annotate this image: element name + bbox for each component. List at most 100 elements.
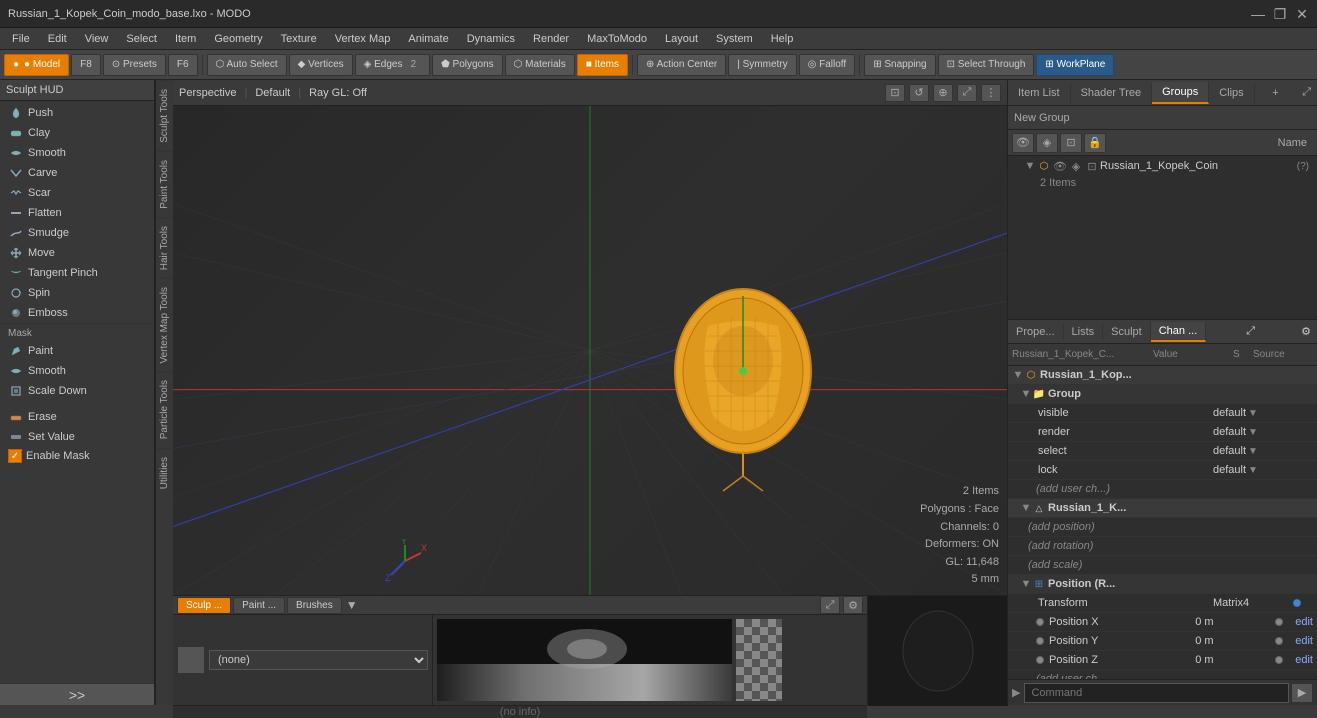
ptab-channels[interactable]: Chan ... [1151,322,1207,342]
vert-tab-hair-tools[interactable]: Hair Tools [156,217,173,278]
bottom-expand-button[interactable]: ⤢ [820,596,840,614]
menu-render[interactable]: Render [525,31,577,47]
prop-render-value[interactable]: default ▼ [1213,426,1293,438]
viewport-fit-button[interactable]: ⊡ [885,84,905,102]
right-tb-eye-button[interactable]: 👁 [1012,133,1034,153]
prop-lock[interactable]: lock default ▼ [1008,461,1317,480]
menu-select[interactable]: Select [118,31,165,47]
prop-add-scale[interactable]: (add scale) [1008,556,1317,575]
f6-button[interactable]: F6 [168,54,198,76]
falloff-button[interactable]: ◎ Falloff [799,54,856,76]
minimize-button[interactable]: — [1251,7,1265,21]
ptab-properties[interactable]: Prope... [1008,323,1064,341]
menu-animate[interactable]: Animate [400,31,456,47]
prop-position-x-edit[interactable]: edit [1295,616,1313,628]
enable-mask-row[interactable]: ✓ Enable Mask [0,447,154,465]
action-center-button[interactable]: ⊕ Action Center [637,54,726,76]
prop-position-x[interactable]: Position X 0 m edit [1008,613,1317,632]
prop-visible[interactable]: visible default ▼ [1008,404,1317,423]
tool-smooth-mask[interactable]: Smooth [0,361,154,381]
viewport-canvas[interactable]: 2 Items Polygons : Face Channels: 0 Defo… [173,106,1007,595]
tool-emboss[interactable]: Emboss [0,303,154,323]
menu-system[interactable]: System [708,31,761,47]
vert-tab-particle-tools[interactable]: Particle Tools [156,371,173,447]
menu-file[interactable]: File [4,31,38,47]
ptab-expand[interactable]: ⤢ [1240,325,1261,338]
prop-position-y[interactable]: Position Y 0 m edit [1008,632,1317,651]
tool-smudge[interactable]: Smudge [0,223,154,243]
prop-add-rotation[interactable]: (add rotation) [1008,537,1317,556]
ptab-settings[interactable]: ⚙ [1295,325,1317,338]
right-tb-render-button[interactable]: ◈ [1036,133,1058,153]
viewport-rotate-button[interactable]: ↺ [909,84,929,102]
tool-set-value[interactable]: Set Value [0,427,154,447]
tool-clay[interactable]: Clay [0,123,154,143]
paint-tab[interactable]: Paint ... [233,597,285,614]
prop-transform-row-1[interactable]: Transform Matrix4 [1008,594,1317,613]
command-run-button[interactable]: ▶ [1291,683,1313,703]
vert-tab-paint-tools[interactable]: Paint Tools [156,151,173,217]
prop-visible-value[interactable]: default ▼ [1213,407,1293,419]
polygons-button[interactable]: ⬟ Polygons [432,54,503,76]
tree-render-1[interactable]: ◈ [1068,158,1084,174]
right-tb-select-button[interactable]: ⊡ [1060,133,1082,153]
tool-tangent-pinch[interactable]: Tangent Pinch [0,263,154,283]
prop-add-user-ch-group[interactable]: (add user ch...) [1008,480,1317,499]
tool-smooth[interactable]: Smooth [0,143,154,163]
viewport-settings-button[interactable]: ⋮ [981,84,1001,102]
tool-spin[interactable]: Spin [0,283,154,303]
new-group-button[interactable]: New Group [1008,106,1317,130]
menu-edit[interactable]: Edit [40,31,75,47]
tool-scale-down[interactable]: Scale Down [0,381,154,401]
prop-position-z[interactable]: Position Z 0 m edit [1008,651,1317,670]
rtab-expand-button[interactable]: + [1266,87,1284,99]
rtab-shader-tree[interactable]: Shader Tree [1071,83,1153,103]
tree-row-main[interactable]: ▼ ⬡ 👁 ◈ ⊡ Russian_1_Kopek_Coin (?) [1008,156,1317,176]
preset-dropdown[interactable]: (none) [209,650,428,670]
prop-select[interactable]: select default ▼ [1008,442,1317,461]
tree-eye-1[interactable]: 👁 [1052,158,1068,174]
symmetry-button[interactable]: | Symmetry [728,54,796,76]
vertices-button[interactable]: ◆ Vertices [289,54,353,76]
prop-position-z-edit[interactable]: edit [1295,654,1313,666]
tool-scar[interactable]: Scar [0,183,154,203]
prop-group-row[interactable]: ▼ 📁 Group [1008,385,1317,404]
menu-maxtomode[interactable]: MaxToModo [579,31,655,47]
prop-add-user-ch-2[interactable]: (add user ch... [1008,670,1317,679]
prop-render[interactable]: render default ▼ [1008,423,1317,442]
brushes-dropdown[interactable]: ▼ [346,598,358,612]
presets-button[interactable]: ⊙ Presets [103,54,166,76]
vert-tab-vertex-map-tools[interactable]: Vertex Map Tools [156,278,173,372]
menu-help[interactable]: Help [763,31,802,47]
auto-select-button[interactable]: ⬡ Auto Select [207,54,287,76]
menu-vertex-map[interactable]: Vertex Map [327,31,399,47]
prop-select-value[interactable]: default ▼ [1213,445,1293,457]
rtab-fullscreen-button[interactable]: ⤢ [1296,86,1317,99]
prop-lock-value[interactable]: default ▼ [1213,464,1293,476]
close-button[interactable]: ✕ [1295,7,1309,21]
enable-mask-checkbox[interactable]: ✓ [8,449,22,463]
right-tb-lock-button[interactable]: 🔒 [1084,133,1106,153]
bottom-settings-button[interactable]: ⚙ [843,596,863,614]
tool-push[interactable]: Push [0,103,154,123]
viewport-zoom-button[interactable]: ⊕ [933,84,953,102]
f8-button[interactable]: F8 [71,54,101,76]
tool-erase[interactable]: Erase [0,407,154,427]
tree-select-1[interactable]: ⊡ [1084,158,1100,174]
prop-section-russian-1[interactable]: ▼ ⬡ Russian_1_Kop... [1008,366,1317,385]
menu-layout[interactable]: Layout [657,31,706,47]
items-button[interactable]: ■ Items [577,54,628,76]
vert-tab-sculpt-tools[interactable]: Sculpt Tools [156,80,173,151]
ptab-lists[interactable]: Lists [1064,323,1104,341]
command-input[interactable] [1024,683,1289,703]
menu-geometry[interactable]: Geometry [206,31,270,47]
tool-flatten[interactable]: Flatten [0,203,154,223]
rtab-item-list[interactable]: Item List [1008,83,1071,103]
tool-move[interactable]: Move [0,243,154,263]
tool-paint-mask[interactable]: Paint [0,341,154,361]
menu-item[interactable]: Item [167,31,204,47]
tool-carve[interactable]: Carve [0,163,154,183]
menu-texture[interactable]: Texture [273,31,325,47]
maximize-button[interactable]: ❐ [1273,7,1287,21]
select-through-button[interactable]: ⊡ Select Through [938,54,1035,76]
